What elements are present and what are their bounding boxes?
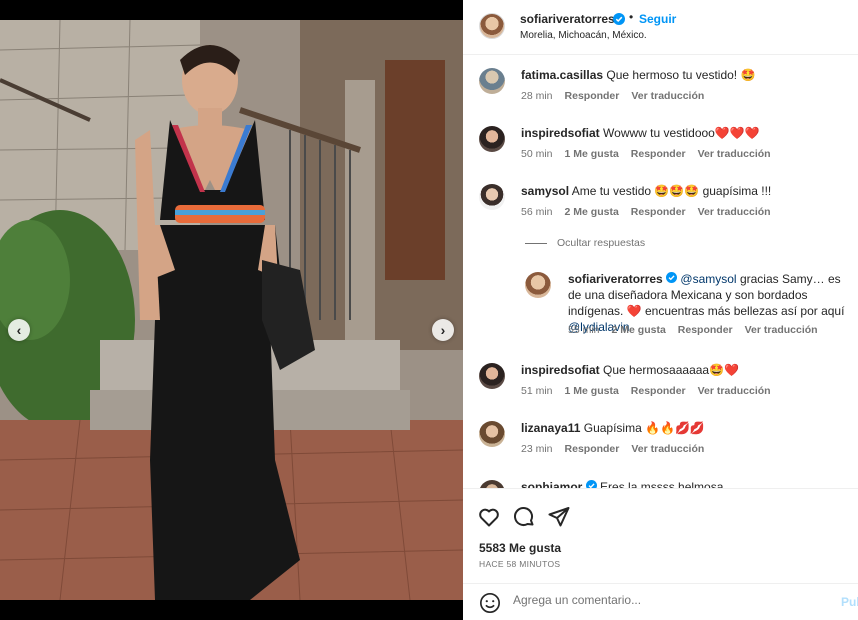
translate-button[interactable]: Ver traducción (698, 385, 771, 397)
comment-button[interactable] (512, 505, 536, 529)
reply-time: 55 min (568, 324, 600, 336)
comment-text: Guapísima 🔥🔥💋💋 (583, 421, 705, 435)
comment-text: Que hermosaaaaaa🤩❤️ (603, 363, 739, 377)
comment-username[interactable]: samysol (521, 184, 569, 198)
owner-username[interactable]: sofiariveratorres (520, 12, 615, 26)
post-image (0, 20, 463, 600)
separator-dot: • (629, 10, 634, 24)
reply-button[interactable]: Responder (631, 206, 686, 218)
hide-replies-button[interactable]: Ocultar respuestas (525, 237, 645, 249)
post-photo[interactable]: ‹ › (0, 20, 463, 600)
comments-list[interactable]: fatima.casillas Que hermoso tu vestido! … (463, 55, 858, 488)
comment-username[interactable]: lizanaya11 (521, 421, 580, 435)
comment-username[interactable]: sophiamor (521, 480, 582, 488)
comment-icon (514, 507, 534, 526)
verified-icon (666, 272, 678, 283)
chevron-right-icon: › (440, 322, 446, 338)
replier-avatar[interactable] (525, 272, 551, 298)
owner-avatar[interactable] (479, 13, 505, 39)
translate-button[interactable]: Ver traducción (698, 206, 771, 218)
comment-username[interactable]: fatima.casillas (521, 68, 603, 82)
likes-count[interactable]: 5583 Me gusta (479, 541, 561, 555)
comment-likes[interactable]: 2 Me gusta (565, 206, 619, 218)
post-actions: 5583 Me gusta HACE 58 MINUTOS (463, 488, 858, 583)
comment-text: Eres la mssss helmosa (600, 480, 724, 488)
hide-replies-label: Ocultar respuestas (557, 237, 646, 249)
post-time: HACE 58 MINUTOS (479, 559, 561, 569)
emoji-button[interactable] (479, 592, 500, 613)
emoji-icon (480, 593, 500, 613)
reply-button[interactable]: Responder (678, 324, 733, 336)
translate-button[interactable]: Ver traducción (745, 324, 818, 336)
commenter-avatar[interactable] (479, 126, 505, 152)
post-header: sofiariveratorres • Seguir Morelia, Mich… (463, 0, 858, 55)
commenter-avatar[interactable] (479, 421, 505, 447)
post-side-panel: sofiariveratorres • Seguir Morelia, Mich… (463, 0, 858, 620)
next-slide-button[interactable]: › (432, 319, 454, 341)
comment-username[interactable]: inspiredsofiat (521, 363, 600, 377)
heart-icon (479, 508, 499, 527)
comment-input[interactable] (513, 593, 813, 607)
comment-text: Ame tu vestido 🤩🤩🤩 guapísima !!! (571, 184, 772, 198)
comment-likes[interactable]: 1 Me gusta (565, 148, 619, 160)
post-location[interactable]: Morelia, Michoacán, México. (520, 30, 647, 41)
post-comment-button[interactable]: Publicar (841, 595, 858, 609)
reply-button[interactable]: Responder (565, 90, 620, 102)
comment-time: 28 min (521, 90, 553, 102)
mention-link[interactable]: @samysol (680, 272, 736, 286)
comment-time: 50 min (521, 148, 553, 160)
like-button[interactable] (477, 505, 501, 529)
comment-text: Que hermoso tu vestido! 🤩 (606, 68, 756, 82)
commenter-avatar[interactable] (479, 68, 505, 94)
follow-button[interactable]: Seguir (639, 12, 676, 26)
previous-slide-button[interactable]: ‹ (8, 319, 30, 341)
reply-likes[interactable]: 2 Me gusta (612, 324, 666, 336)
translate-button[interactable]: Ver traducción (698, 148, 771, 160)
comment-time: 23 min (521, 443, 553, 455)
commenter-avatar[interactable] (479, 363, 505, 389)
verified-icon (613, 12, 625, 30)
instagram-post-modal: ‹ › sofiariveratorres • Seguir Morelia, … (0, 0, 858, 620)
commenter-avatar[interactable] (479, 184, 505, 210)
reply-button[interactable]: Responder (631, 148, 686, 160)
comment-time: 56 min (521, 206, 553, 218)
comment-text: Wowww tu vestidooo❤️❤️❤️ (603, 126, 760, 140)
translate-button[interactable]: Ver traducción (631, 443, 704, 455)
divider-line (525, 242, 547, 244)
translate-button[interactable]: Ver traducción (631, 90, 704, 102)
reply-button[interactable]: Responder (631, 385, 686, 397)
verified-icon (585, 480, 597, 488)
comment-username[interactable]: inspiredsofiat (521, 126, 600, 140)
add-comment-bar: Publicar (463, 583, 858, 620)
share-button[interactable] (547, 505, 571, 529)
comment-likes[interactable]: 1 Me gusta (565, 385, 619, 397)
reply-button[interactable]: Responder (565, 443, 620, 455)
share-icon (548, 507, 570, 527)
chevron-left-icon: ‹ (16, 322, 22, 338)
comment-time: 51 min (521, 385, 553, 397)
commenter-avatar[interactable] (479, 480, 505, 488)
reply-username[interactable]: sofiariveratorres (568, 272, 663, 286)
